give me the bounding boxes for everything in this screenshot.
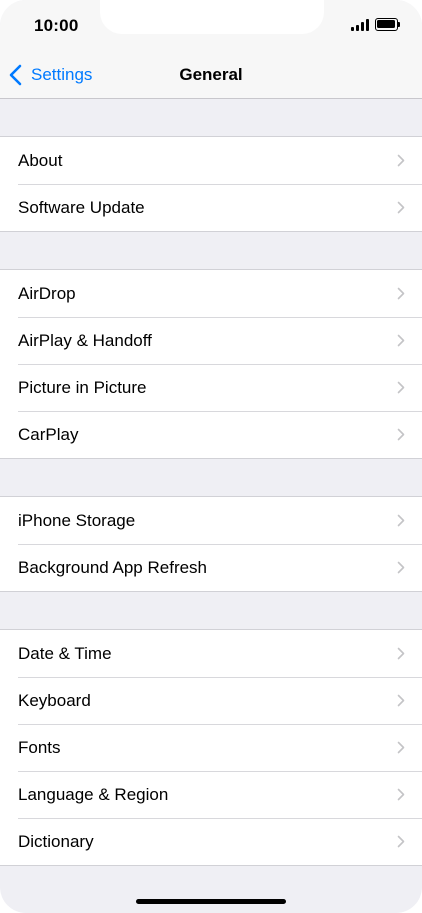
settings-group-2: AirDrop AirPlay & Handoff Picture in Pic…	[0, 269, 422, 459]
row-airplay-handoff[interactable]: AirPlay & Handoff	[0, 317, 422, 364]
row-dictionary[interactable]: Dictionary	[0, 818, 422, 865]
row-iphone-storage[interactable]: iPhone Storage	[0, 497, 422, 544]
row-label: AirDrop	[18, 283, 76, 303]
settings-group-3: iPhone Storage Background App Refresh	[0, 496, 422, 592]
chevron-right-icon	[397, 381, 405, 394]
row-label: Picture in Picture	[18, 377, 147, 397]
row-label: Language & Region	[18, 784, 169, 804]
settings-group-1: About Software Update	[0, 136, 422, 232]
chevron-right-icon	[397, 835, 405, 848]
chevron-right-icon	[397, 514, 405, 527]
chevron-right-icon	[397, 561, 405, 574]
settings-list: About Software Update AirDrop AirPlay & …	[0, 99, 422, 866]
row-airdrop[interactable]: AirDrop	[0, 270, 422, 317]
chevron-right-icon	[397, 741, 405, 754]
chevron-right-icon	[397, 647, 405, 660]
row-background-app-refresh[interactable]: Background App Refresh	[0, 544, 422, 591]
chevron-right-icon	[397, 788, 405, 801]
row-label: Software Update	[18, 197, 145, 217]
row-label: AirPlay & Handoff	[18, 330, 152, 350]
row-picture-in-picture[interactable]: Picture in Picture	[0, 364, 422, 411]
chevron-right-icon	[397, 287, 405, 300]
status-bar: 10:00	[0, 0, 422, 52]
row-label: Date & Time	[18, 643, 112, 663]
row-label: CarPlay	[18, 424, 79, 444]
page-title: General	[179, 65, 243, 84]
row-keyboard[interactable]: Keyboard	[0, 677, 422, 724]
chevron-right-icon	[397, 201, 405, 214]
row-software-update[interactable]: Software Update	[0, 184, 422, 231]
row-label: Fonts	[18, 737, 61, 757]
row-label: About	[18, 150, 63, 170]
row-carplay[interactable]: CarPlay	[0, 411, 422, 458]
notch	[100, 0, 324, 34]
row-date-time[interactable]: Date & Time	[0, 630, 422, 677]
phone-screen: 10:00 Settings General About Software Up…	[0, 0, 422, 913]
chevron-right-icon	[397, 428, 405, 441]
row-label: iPhone Storage	[18, 510, 136, 530]
status-time: 10:00	[34, 16, 79, 35]
chevron-right-icon	[397, 694, 405, 707]
row-about[interactable]: About	[0, 137, 422, 184]
battery-icon	[375, 18, 400, 31]
row-language-region[interactable]: Language & Region	[0, 771, 422, 818]
row-label: Background App Refresh	[18, 557, 208, 577]
settings-group-4: Date & Time Keyboard Fonts Language & Re…	[0, 629, 422, 866]
row-label: Dictionary	[18, 831, 94, 851]
row-label: Keyboard	[18, 690, 91, 710]
navigation-bar: Settings General	[0, 52, 422, 99]
row-fonts[interactable]: Fonts	[0, 724, 422, 771]
chevron-right-icon	[397, 154, 405, 167]
signal-icon	[351, 19, 371, 31]
home-indicator[interactable]	[136, 899, 286, 904]
chevron-right-icon	[397, 334, 405, 347]
